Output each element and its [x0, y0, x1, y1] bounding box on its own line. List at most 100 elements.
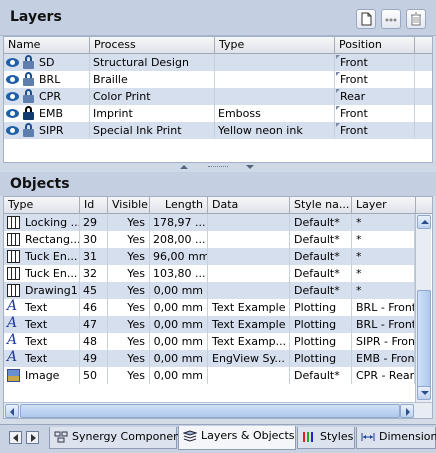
new-layer-button[interactable] — [356, 9, 376, 29]
column-header[interactable]: Id — [80, 197, 108, 214]
object-visible[interactable]: Yes — [108, 265, 150, 282]
layer-type — [215, 71, 335, 88]
object-layer[interactable]: * — [352, 282, 415, 299]
layer-position[interactable]: Front — [335, 105, 415, 122]
object-style[interactable]: Default* — [290, 367, 352, 384]
object-visible[interactable]: Yes — [108, 350, 150, 367]
column-header[interactable]: Name — [4, 37, 90, 54]
object-visible[interactable]: Yes — [108, 299, 150, 316]
object-visible[interactable]: Yes — [108, 367, 150, 384]
object-layer[interactable]: * — [352, 231, 415, 248]
tab-styles[interactable]: Styles — [297, 427, 355, 449]
object-visible[interactable]: Yes — [108, 248, 150, 265]
object-style[interactable]: Default* — [290, 231, 352, 248]
object-style[interactable]: Plotting — [290, 350, 352, 367]
object-layer[interactable]: * — [352, 265, 415, 282]
objects-vertical-scrollbar[interactable] — [415, 214, 431, 402]
object-style[interactable]: Plotting — [290, 316, 352, 333]
object-type: Text — [22, 350, 80, 367]
object-layer[interactable]: CPR - Rear — [352, 367, 415, 384]
panel-splitter[interactable] — [0, 163, 436, 172]
object-layer[interactable]: BRL - Front — [352, 299, 415, 316]
scroll-down-button[interactable] — [417, 386, 431, 400]
object-layer[interactable]: * — [352, 248, 415, 265]
object-visible[interactable]: Yes — [108, 282, 150, 299]
lock-icon[interactable] — [23, 106, 34, 120]
layer-row[interactable]: SIPR Special Ink Print Yellow neon ink Fron… — [4, 122, 432, 139]
object-layer[interactable]: EMB - Front — [352, 350, 415, 367]
lock-icon[interactable] — [23, 72, 34, 86]
collapse-up-icon[interactable] — [180, 165, 188, 169]
visibility-eye-icon[interactable] — [6, 126, 19, 135]
tab-layers-objects[interactable]: Layers & Objects — [178, 426, 296, 450]
object-length: 0,00 mm — [150, 333, 208, 350]
scroll-right-button[interactable] — [400, 404, 414, 418]
object-visible[interactable]: Yes — [108, 231, 150, 248]
scrollbar-thumb[interactable] — [20, 404, 400, 418]
tab-next-button[interactable] — [26, 431, 39, 444]
object-style[interactable]: Plotting — [290, 333, 352, 350]
object-style[interactable]: Plotting — [290, 299, 352, 316]
object-visible[interactable]: Yes — [108, 316, 150, 333]
object-data — [208, 231, 290, 248]
delete-layer-button[interactable] — [406, 9, 426, 29]
object-row[interactable]: A Text 48 Yes 0,00 mm Text Examp... Plotting SI… — [4, 333, 415, 350]
column-header[interactable]: Process — [90, 37, 215, 54]
layer-row[interactable]: EMB Imprint Emboss Front — [4, 105, 432, 122]
layer-position[interactable]: Front — [335, 122, 415, 139]
splitter-grip[interactable] — [208, 166, 228, 169]
object-layer[interactable]: BRL - Front — [352, 316, 415, 333]
object-row[interactable]: A Text 49 Yes 0,00 mm EngView Sy... Plotting EM… — [4, 350, 415, 367]
lock-icon[interactable] — [23, 89, 34, 103]
object-row[interactable]: Locking ... 29 Yes 178,97 ... Default* * — [4, 214, 415, 231]
column-header[interactable]: Type — [215, 37, 335, 54]
object-style[interactable]: Default* — [290, 248, 352, 265]
collapse-down-icon[interactable] — [246, 165, 254, 169]
visibility-eye-icon[interactable] — [6, 109, 19, 118]
object-row[interactable]: Image 50 Yes 0,00 mm Default* CPR - Rear — [4, 367, 415, 384]
column-header[interactable]: Layer — [352, 197, 416, 214]
object-layer[interactable]: * — [352, 214, 415, 231]
object-row[interactable]: A Text 46 Yes 0,00 mm Text Example Plotting BRL… — [4, 299, 415, 316]
layer-row[interactable]: BRL Braille Front — [4, 71, 432, 88]
layer-position[interactable]: Front — [335, 54, 415, 71]
object-row[interactable]: Tuck En... 32 Yes 103,80 ... Default* * — [4, 265, 415, 282]
column-header[interactable]: Position — [335, 37, 415, 54]
object-row[interactable]: A Text 47 Yes 0,00 mm Text Example Plotting BRL… — [4, 316, 415, 333]
lock-icon[interactable] — [23, 123, 34, 137]
visibility-eye-icon[interactable] — [6, 92, 19, 101]
visibility-eye-icon[interactable] — [6, 58, 19, 67]
object-data — [208, 214, 290, 231]
lock-icon[interactable] — [23, 55, 34, 69]
object-row[interactable]: Rectang... 30 Yes 208,00 ... Default* * — [4, 231, 415, 248]
layer-position[interactable]: Rear — [335, 88, 415, 105]
layer-row[interactable]: SD Structural Design Front — [4, 54, 432, 71]
scrollbar-thumb[interactable] — [417, 290, 431, 390]
object-style[interactable]: Default* — [290, 214, 352, 231]
object-visible[interactable]: Yes — [108, 333, 150, 350]
tab-prev-button[interactable] — [9, 431, 22, 444]
layer-position[interactable]: Front — [335, 71, 415, 88]
scroll-up-button[interactable] — [417, 215, 431, 229]
layer-row[interactable]: CPR Color Print Rear — [4, 88, 432, 105]
scroll-left-button[interactable] — [5, 404, 19, 418]
layers-objects-icon — [183, 430, 197, 442]
object-row[interactable]: Drawing1 45 Yes 0,00 mm Default* * — [4, 282, 415, 299]
object-style[interactable]: Default* — [290, 265, 352, 282]
text-object-icon: A — [7, 298, 18, 314]
column-header[interactable]: Style na... — [290, 197, 352, 214]
column-header[interactable]: Length — [150, 197, 208, 214]
more-button[interactable] — [381, 9, 401, 29]
object-row[interactable]: Tuck En... 31 Yes 96,00 mm Default* * — [4, 248, 415, 265]
tab-dimensions[interactable]: Dimensions — [356, 427, 436, 449]
tab-synergy-components[interactable]: Synergy Components — [49, 427, 190, 449]
object-length: 0,00 mm — [150, 350, 208, 367]
column-header[interactable]: Type — [4, 197, 80, 214]
objects-horizontal-scrollbar[interactable] — [4, 402, 432, 418]
object-style[interactable]: Default* — [290, 282, 352, 299]
visibility-eye-icon[interactable] — [6, 75, 19, 84]
object-visible[interactable]: Yes — [108, 214, 150, 231]
column-header[interactable]: Data — [208, 197, 290, 214]
column-header[interactable]: Visible — [108, 197, 150, 214]
object-layer[interactable]: SIPR - Front — [352, 333, 415, 350]
